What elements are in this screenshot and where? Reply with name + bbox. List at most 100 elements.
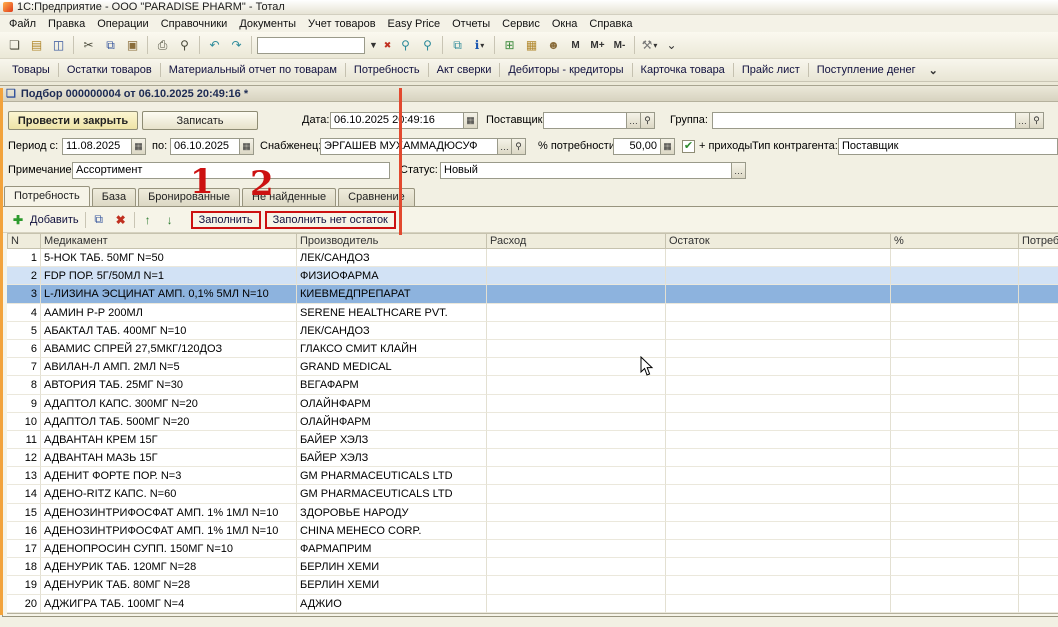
quickbar-item[interactable]: Материальный отчет по товарам <box>162 61 344 79</box>
calendar-icon[interactable]: ▦ <box>131 139 145 154</box>
need-percent-field[interactable]: 50,00 ▦ <box>613 138 675 155</box>
fill-button[interactable]: Заполнить <box>191 211 261 229</box>
save-icon[interactable]: ◫ <box>48 35 69 55</box>
supply-agent-field[interactable]: ЭРГАШЕВ МУХАММАДЮСУФ … ⚲ <box>320 138 526 155</box>
table-row[interactable]: 6АВАМИС СПРЕЙ 27,5МКГ/120ДОЗГЛАКСО СМИТ … <box>7 340 1058 358</box>
memory-plus-button[interactable]: M+ <box>587 35 608 55</box>
menu-item[interactable]: Справка <box>583 16 638 32</box>
print-preview-icon[interactable]: ⚲ <box>174 35 195 55</box>
move-up-icon[interactable]: ↑ <box>139 213 157 227</box>
find-icon[interactable]: ⚲ <box>395 35 416 55</box>
memory-minus-button[interactable]: M- <box>609 35 630 55</box>
table-row[interactable]: 13АДЕНИТ ФОРТЕ ПОР. N=3GM PHARMACEUTICAL… <box>7 467 1058 485</box>
menu-item[interactable]: Справочники <box>155 16 234 32</box>
quickbar-item[interactable]: Остатки товаров <box>60 61 159 79</box>
calculator-icon[interactable]: ▦ <box>660 139 674 154</box>
clipboard-icon[interactable]: ⧉ <box>447 35 468 55</box>
table-row[interactable]: 2FDP ПОР. 5Г/50МЛ N=1ФИЗИОФАРМА <box>7 267 1058 285</box>
toolbar-overflow-icon[interactable]: ⌄ <box>661 35 682 55</box>
ellipsis-icon[interactable]: … <box>1015 113 1029 128</box>
print-icon[interactable]: ⎙ <box>152 35 173 55</box>
menu-item[interactable]: Операции <box>91 16 154 32</box>
delete-row-icon[interactable]: ✖ <box>112 213 130 227</box>
table-row[interactable]: 16АДЕНОЗИНТРИФОСФАТ АМП. 1% 1МЛ N=10CHIN… <box>7 522 1058 540</box>
table-row[interactable]: 3L-ЛИЗИНА ЭСЦИНАТ АМП. 0,1% 5МЛ N=10КИЕВ… <box>7 285 1058 303</box>
quickbar-item[interactable]: Поступление денег <box>810 61 923 79</box>
new-document-icon[interactable]: ❏ <box>4 35 25 55</box>
column-header[interactable]: Расход <box>487 233 666 249</box>
note-field[interactable]: Ассортимент <box>72 162 390 179</box>
open-icon[interactable]: ▤ <box>26 35 47 55</box>
tab[interactable]: Не найденные <box>242 188 336 206</box>
table-row[interactable]: 17АДЕНОПРОСИН СУПП. 150МГ N=10ФАРМАПРИМ <box>7 540 1058 558</box>
table-row[interactable]: 8АВТОРИЯ ТАБ. 25МГ N=30ВЕГАФАРМ <box>7 376 1058 394</box>
redo-icon[interactable]: ↷ <box>226 35 247 55</box>
table-row[interactable]: 12АДВАНТАН МАЗЬ 15ГБАЙЕР ХЭЛЗ <box>7 449 1058 467</box>
ellipsis-icon[interactable]: … <box>626 113 640 128</box>
table-row[interactable]: 4ААМИН Р-Р 200МЛSERENE HEALTHCARE PVT. <box>7 304 1058 322</box>
services-icon[interactable]: ⚒▾ <box>639 35 660 55</box>
table-row[interactable]: 19АДЕНУРИК ТАБ. 80МГ N=28БЕРЛИН ХЕМИ <box>7 576 1058 594</box>
calendar-icon[interactable]: ▦ <box>463 113 477 128</box>
quickbar-item[interactable]: Дебиторы - кредиторы <box>501 61 630 79</box>
quickbar-item[interactable]: Акт сверки <box>430 61 499 79</box>
table-icon[interactable]: ⊞ <box>499 35 520 55</box>
search-dropdown-icon[interactable]: ▼ <box>367 35 380 55</box>
table-row[interactable]: 20АДЖИГРА ТАБ. 100МГ N=4АДЖИО <box>7 595 1058 613</box>
users-icon[interactable]: ☻ <box>543 35 564 55</box>
table-row[interactable]: 15-НОК ТАБ. 50МГ N=50ЛЕК/САНДОЗ <box>7 249 1058 267</box>
copy-icon[interactable]: ⧉ <box>100 35 121 55</box>
menu-item[interactable]: Документы <box>233 16 302 32</box>
info-icon[interactable]: ℹ▾ <box>469 35 490 55</box>
ellipsis-icon[interactable]: … <box>497 139 511 154</box>
magnifier-icon[interactable]: ⚲ <box>511 139 525 154</box>
move-down-icon[interactable]: ↓ <box>161 213 179 227</box>
cut-icon[interactable]: ✂ <box>78 35 99 55</box>
date-field[interactable]: 06.10.2025 20:49:16 ▦ <box>330 112 478 129</box>
column-header[interactable]: Медикамент <box>41 233 297 249</box>
column-header[interactable]: N <box>7 233 41 249</box>
calendar-icon[interactable]: ▦ <box>239 139 253 154</box>
ellipsis-icon[interactable]: … <box>731 163 745 178</box>
search-input[interactable] <box>257 37 365 54</box>
add-row-button[interactable]: ✚ Добавить <box>7 213 81 227</box>
period-to-field[interactable]: 06.10.2025 ▦ <box>170 138 254 155</box>
plus-incomes-checkbox[interactable]: ✔ <box>682 140 695 153</box>
quickbar-overflow-icon[interactable]: ⌄ <box>923 64 944 77</box>
table-row[interactable]: 7АВИЛАН-Л АМП. 2МЛ N=5GRAND MEDICAL <box>7 358 1058 376</box>
menu-item[interactable]: Окна <box>546 16 584 32</box>
table-row[interactable]: 15АДЕНОЗИНТРИФОСФАТ АМП. 1% 1МЛ N=10ЗДОР… <box>7 504 1058 522</box>
menu-item[interactable]: Файл <box>3 16 42 32</box>
column-header[interactable]: Остаток <box>666 233 891 249</box>
table-row[interactable]: 5АБАКТАЛ ТАБ. 400МГ N=10ЛЕК/САНДОЗ <box>7 322 1058 340</box>
column-header[interactable]: Производитель <box>297 233 487 249</box>
duplicate-row-icon[interactable]: ⧉ <box>90 212 108 227</box>
tab[interactable]: Бронированные <box>138 188 240 206</box>
calendar-toolbar-icon[interactable]: ▦ <box>521 35 542 55</box>
contragent-type-field[interactable]: Поставщик <box>838 138 1058 155</box>
menu-item[interactable]: Учет товаров <box>302 16 382 32</box>
period-from-field[interactable]: 11.08.2025 ▦ <box>62 138 146 155</box>
table-row[interactable]: 18АДЕНУРИК ТАБ. 120МГ N=28БЕРЛИН ХЕМИ <box>7 558 1058 576</box>
menu-item[interactable]: Easy Price <box>382 16 447 32</box>
memory-button[interactable]: M <box>565 35 586 55</box>
quickbar-item[interactable]: Карточка товара <box>634 61 732 79</box>
tab[interactable]: Потребность <box>4 186 90 206</box>
column-header[interactable]: % <box>891 233 1019 249</box>
quickbar-item[interactable]: Товары <box>5 61 57 79</box>
clear-search-icon[interactable]: ✖ <box>381 35 394 55</box>
menu-item[interactable]: Сервис <box>496 16 546 32</box>
status-field[interactable]: Новый … <box>440 162 746 179</box>
quickbar-item[interactable]: Потребность <box>347 61 427 79</box>
quickbar-item[interactable]: Прайс лист <box>735 61 807 79</box>
table-row[interactable]: 11АДВАНТАН КРЕМ 15ГБАЙЕР ХЭЛЗ <box>7 431 1058 449</box>
paste-icon[interactable]: ▣ <box>122 35 143 55</box>
table-row[interactable]: 10АДАПТОЛ ТАБ. 500МГ N=20ОЛАЙНФАРМ <box>7 413 1058 431</box>
table-row[interactable]: 14АДЕНО-RITZ КАПС. N=60GM PHARMACEUTICAL… <box>7 485 1058 503</box>
column-header[interactable]: Потреб <box>1019 233 1058 249</box>
undo-icon[interactable]: ↶ <box>204 35 225 55</box>
menu-item[interactable]: Правка <box>42 16 91 32</box>
magnifier-icon[interactable]: ⚲ <box>1029 113 1043 128</box>
group-field[interactable]: … ⚲ <box>712 112 1044 129</box>
find-next-icon[interactable]: ⚲ <box>417 35 438 55</box>
